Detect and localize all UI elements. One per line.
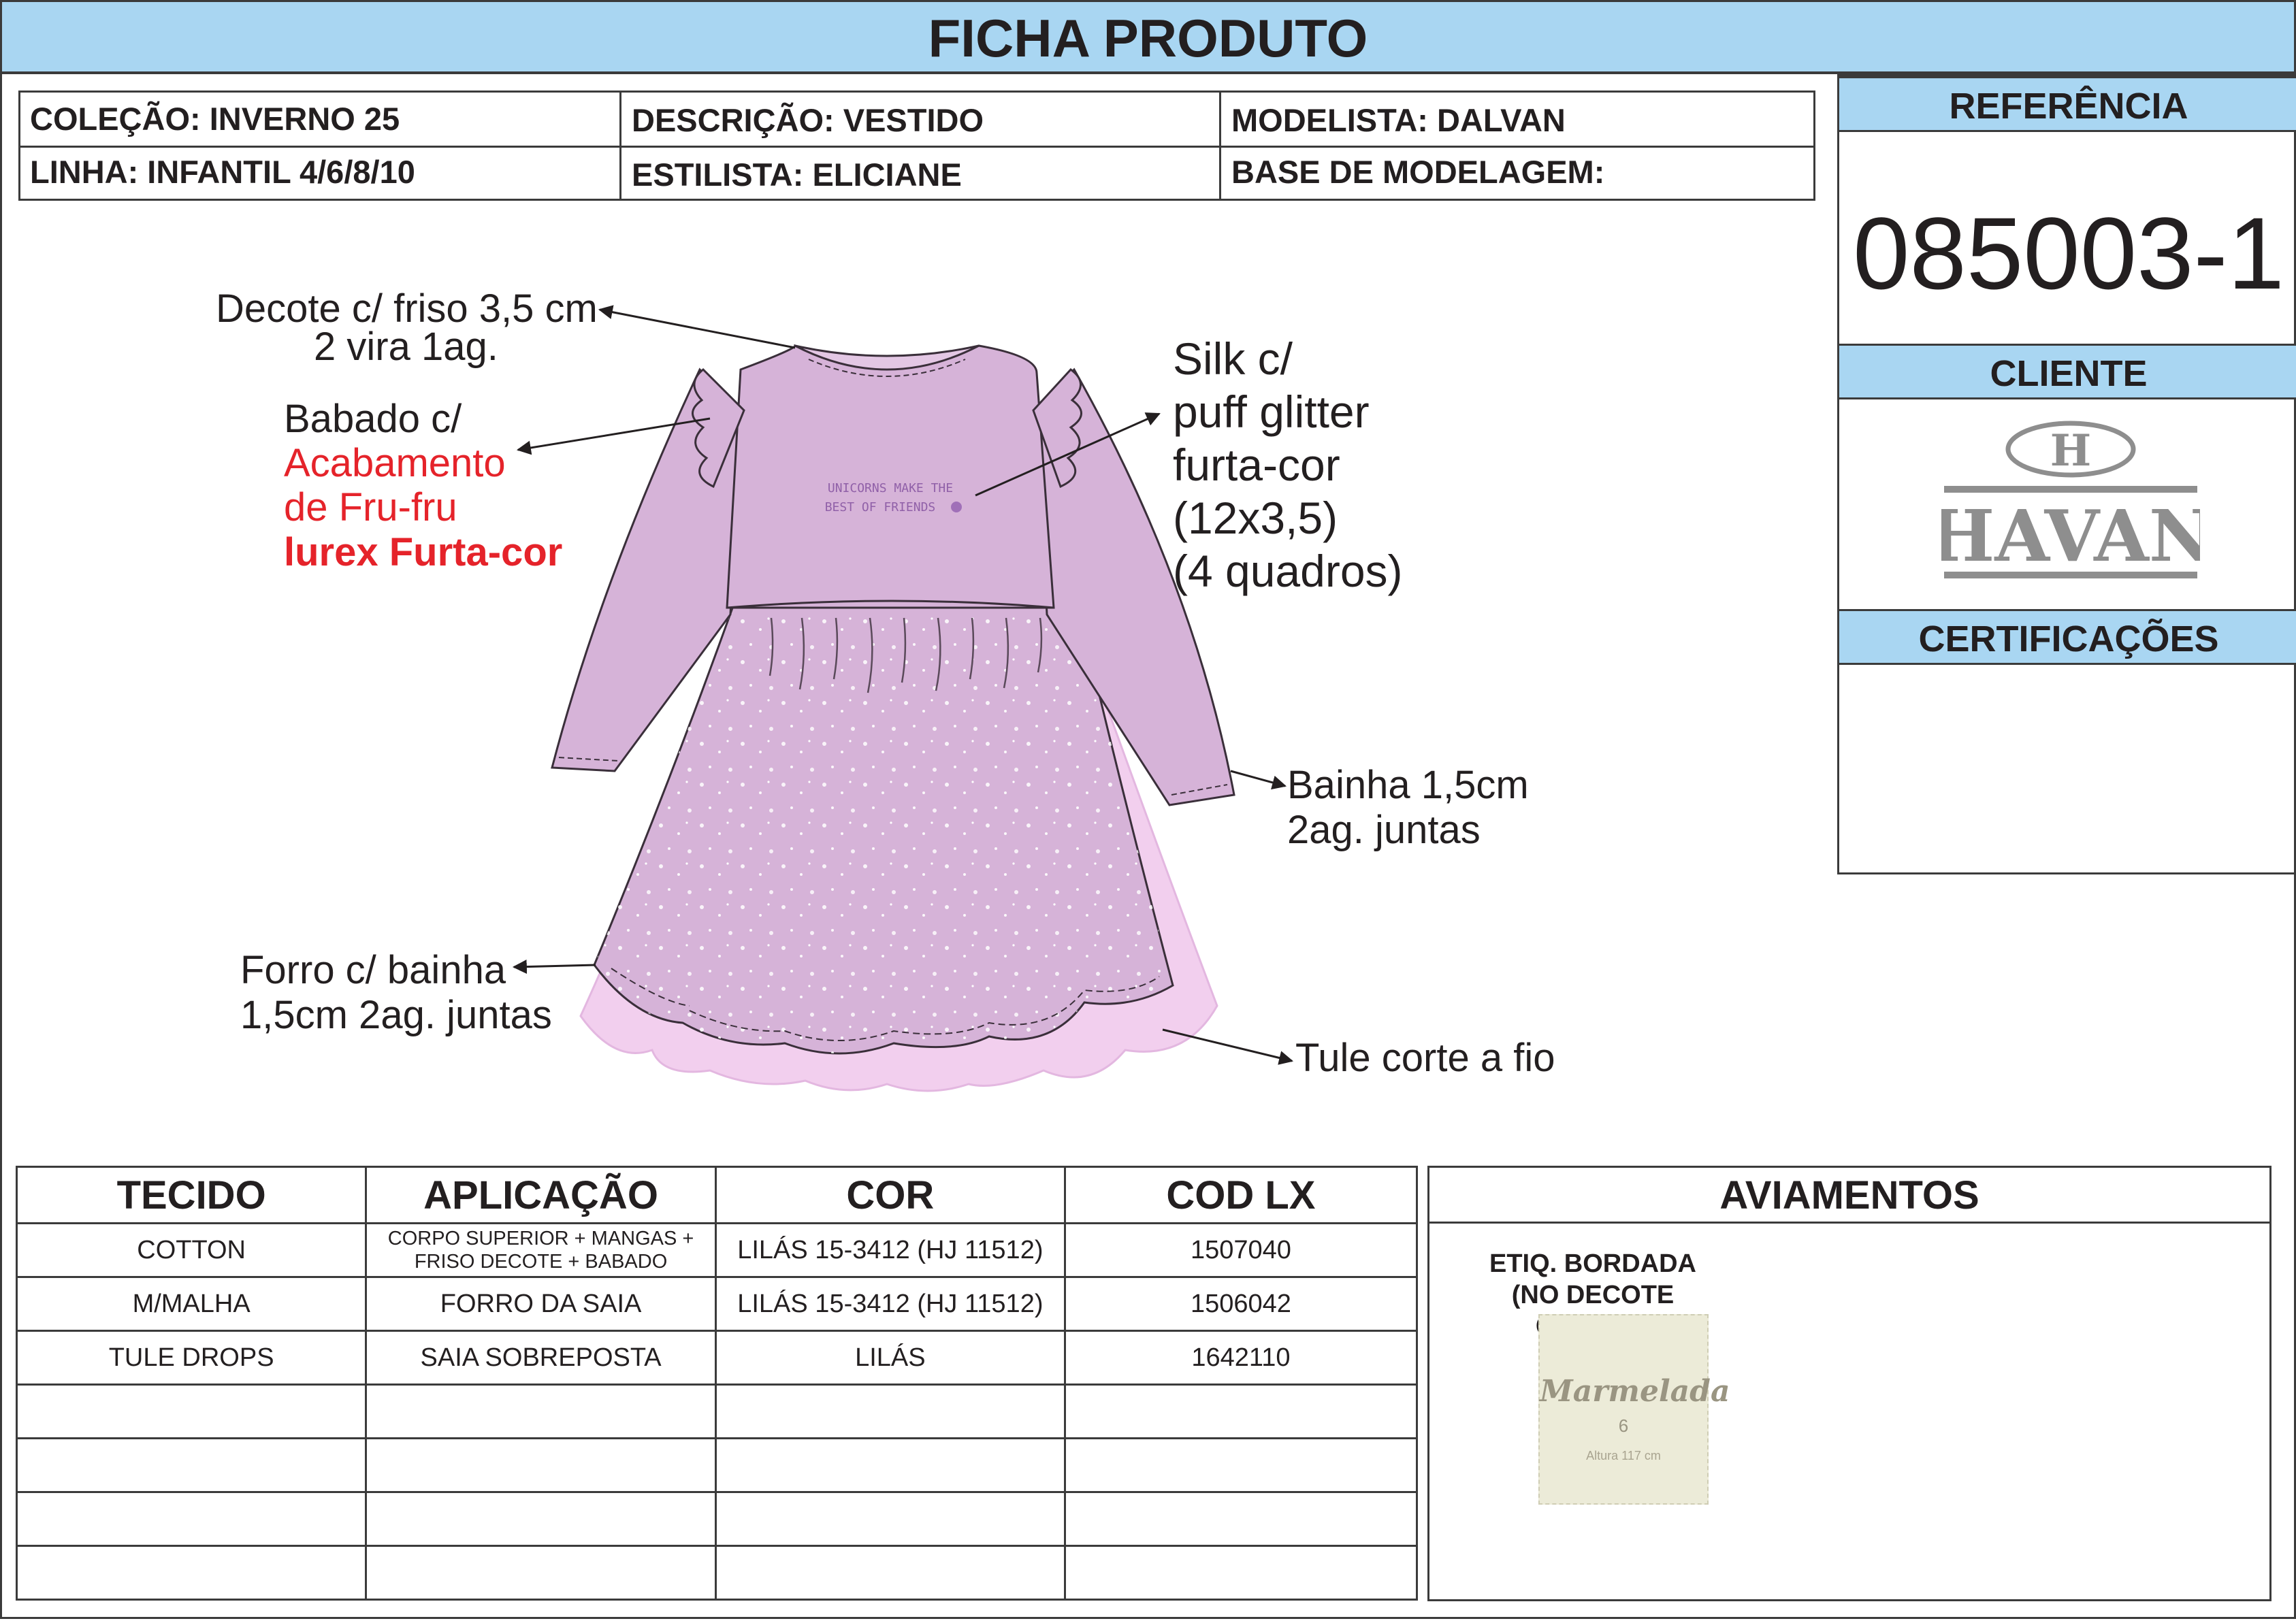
note-bainha-line2: 2ag. juntas [1287, 808, 1481, 852]
note-silk-line3: furta-cor [1173, 440, 1340, 490]
table-row-empty [15, 1545, 1419, 1601]
note-silk-line5: (4 quadros) [1173, 546, 1403, 596]
note-babado-line1: Babado c/ [284, 397, 462, 441]
note-silk-line4: (12x3,5) [1173, 493, 1338, 543]
note-babado-line2: Acabamento [284, 441, 506, 485]
cell-cod: 1642110 [1063, 1330, 1419, 1386]
table-header-row: TECIDO APLICAÇÃO COR COD LX [15, 1166, 1419, 1224]
cell-cor: LILÁS 15-3412 (HJ 11512) [714, 1276, 1066, 1332]
table-row: COTTON CORPO SUPERIOR + MANGAS + FRISO D… [15, 1222, 1419, 1278]
note-silk-line2: puff glitter [1173, 387, 1370, 437]
silk-print-line1: UNICORNS MAKE THE [828, 481, 953, 495]
note-babado-line4: lurex Furta-cor [284, 530, 563, 574]
silk-print-line2: BEST OF FRIENDS [825, 500, 936, 514]
cell-tecido: COTTON [15, 1222, 368, 1278]
cell-aplicacao: FORRO DA SAIA [365, 1276, 717, 1332]
aviamentos-header: AVIAMENTOS [1429, 1168, 2269, 1224]
embroidered-label-image: Marmelada 6 Altura 117 cm [1538, 1314, 1730, 1505]
table-row-empty [15, 1491, 1419, 1547]
flower-icon [951, 502, 962, 512]
label-size: 6 [1618, 1415, 1629, 1436]
bodice [726, 344, 1055, 609]
cell-aplicacao: SAIA SOBREPOSTA [365, 1330, 717, 1386]
note-tule: Tule corte a fio [1295, 1036, 1555, 1080]
cell-tecido: TULE DROPS [15, 1330, 368, 1386]
aviamentos-panel: AVIAMENTOS ETIQ. BORDADA (NO DECOTE COST… [1427, 1166, 2271, 1601]
label-height: Altura 117 cm [1586, 1449, 1661, 1462]
cell-tecido: M/MALHA [15, 1276, 368, 1332]
table-row: TULE DROPS SAIA SOBREPOSTA LILÁS 1642110 [15, 1330, 1419, 1386]
fabrics-table: TECIDO APLICAÇÃO COR COD LX COTTON CORPO… [15, 1166, 1419, 1601]
cell-cor: LILÁS [714, 1330, 1066, 1386]
cell-cor: LILÁS 15-3412 (HJ 11512) [714, 1222, 1066, 1278]
product-sheet: FICHA PRODUTO COLEÇÃO: INVERNO 25 DESCRI… [0, 0, 2296, 1619]
cell-aplicacao: CORPO SUPERIOR + MANGAS + FRISO DECOTE +… [365, 1222, 717, 1278]
label-brand: Marmelada [1540, 1374, 1730, 1409]
cell-cod: 1507040 [1063, 1222, 1419, 1278]
header-cor: COR [714, 1166, 1066, 1224]
table-row: M/MALHA FORRO DA SAIA LILÁS 15-3412 (HJ … [15, 1276, 1419, 1332]
cell-cod: 1506042 [1063, 1276, 1419, 1332]
note-bainha-line1: Bainha 1,5cm [1287, 763, 1529, 807]
table-row-empty [15, 1437, 1419, 1493]
header-tecido: TECIDO [15, 1166, 368, 1224]
table-row-empty [15, 1383, 1419, 1439]
note-forro-line2: 1,5cm 2ag. juntas [240, 993, 552, 1037]
header-cod-lx: COD LX [1063, 1166, 1419, 1224]
note-babado-line3: de Fru-fru [284, 485, 457, 529]
note-decote-line2: 2 vira 1ag. [314, 325, 498, 369]
note-forro-line1: Forro c/ bainha [240, 948, 506, 992]
note-silk-line1: Silk c/ [1173, 333, 1293, 384]
header-aplicacao: APLICAÇÃO [365, 1166, 717, 1224]
